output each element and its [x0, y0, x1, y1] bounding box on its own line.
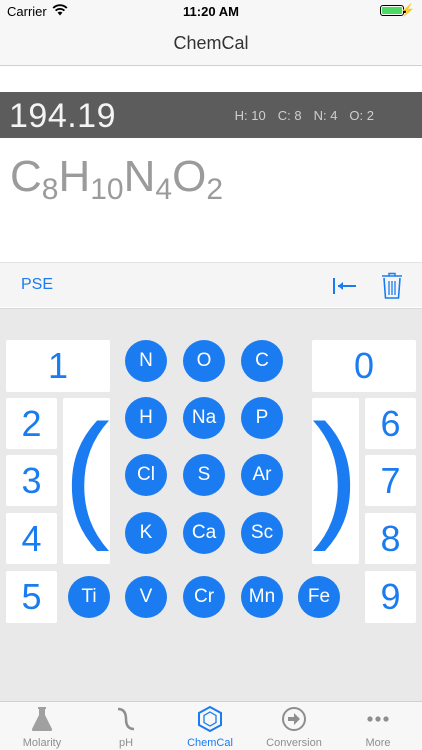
element-button-sc[interactable]: Sc: [241, 512, 283, 554]
tab-bar: Molarity pH ChemCal Conversion More: [0, 701, 422, 750]
arrow-circle-icon: [282, 707, 306, 731]
digit-key-6[interactable]: 6: [365, 398, 416, 449]
digit-key-3[interactable]: 3: [6, 455, 57, 506]
formula-element: N: [123, 152, 156, 201]
element-button-s[interactable]: S: [183, 454, 225, 496]
titration-curve-icon: [117, 707, 135, 731]
charging-bolt-icon: ⚡: [400, 3, 415, 17]
tab-label: ChemCal: [187, 737, 233, 749]
tab-more[interactable]: More: [336, 702, 420, 750]
keypad: 1 0 2 3 4 5 ( ) 6 7 8 9 N O C H Na P Cl …: [0, 308, 422, 701]
atom-count: H: 10: [234, 108, 266, 123]
element-button-o[interactable]: O: [183, 340, 225, 382]
atom-counts: H: 10 C: 8 N: 4 O: 2: [235, 108, 374, 123]
element-button-v[interactable]: V: [125, 576, 167, 618]
molar-mass-display: 194.19 H: 10 C: 8 N: 4 O: 2: [0, 92, 422, 138]
element-button-cl[interactable]: Cl: [125, 454, 167, 496]
formula-subscript: 4: [155, 173, 173, 206]
formula-subscript: 8: [41, 173, 59, 206]
tab-ph[interactable]: pH: [84, 702, 168, 750]
atom-count: C: 8: [277, 108, 302, 123]
tab-label: Molarity: [22, 737, 62, 749]
digit-key-7[interactable]: 7: [365, 455, 416, 506]
digit-key-2[interactable]: 2: [6, 398, 57, 449]
element-button-mn[interactable]: Mn: [241, 576, 283, 618]
atom-count: O: 2: [349, 108, 374, 123]
digit-key-1[interactable]: 1: [6, 340, 110, 392]
digit-key-9[interactable]: 9: [365, 571, 416, 623]
element-button-ti[interactable]: Ti: [68, 576, 110, 618]
trash-icon[interactable]: [381, 272, 403, 300]
tab-label: Conversion: [266, 737, 322, 749]
tab-molarity[interactable]: Molarity: [0, 702, 84, 750]
element-button-cr[interactable]: Cr: [183, 576, 225, 618]
digit-key-5[interactable]: 5: [6, 571, 57, 623]
formula-display: C8H10N4O2: [10, 152, 223, 212]
formula-element: H: [58, 152, 91, 201]
element-button-h[interactable]: H: [125, 397, 167, 439]
formula-element: O: [172, 152, 207, 201]
formula-subscript: 10: [90, 173, 124, 206]
atom-count: N: 4: [313, 108, 338, 123]
status-bar: Carrier 11:20 AM ⚡: [0, 0, 422, 22]
close-parenthesis-key[interactable]: ): [312, 398, 359, 564]
flask-icon: [31, 707, 53, 731]
backspace-icon[interactable]: [332, 275, 358, 297]
more-dots-icon: [367, 716, 389, 722]
element-button-ca[interactable]: Ca: [183, 512, 225, 554]
molar-mass-value: 194.19: [9, 97, 116, 135]
clock: 11:20 AM: [183, 4, 239, 19]
formula-element: C: [10, 152, 42, 201]
navigation-bar: ChemCal: [0, 22, 422, 66]
digit-key-4[interactable]: 4: [6, 513, 57, 564]
formula-toolbar: PSE: [0, 262, 422, 307]
tab-chemcal[interactable]: ChemCal: [168, 702, 252, 750]
element-button-k[interactable]: K: [125, 512, 167, 554]
formula-subscript: 2: [206, 173, 224, 206]
element-button-n[interactable]: N: [125, 340, 167, 382]
page-title: ChemCal: [173, 33, 249, 53]
element-button-p[interactable]: P: [241, 397, 283, 439]
element-button-na[interactable]: Na: [183, 397, 225, 439]
tab-label: More: [365, 737, 391, 749]
hexagon-icon: [198, 706, 222, 732]
pse-button[interactable]: PSE: [21, 276, 53, 294]
element-button-fe[interactable]: Fe: [298, 576, 340, 618]
element-button-ar[interactable]: Ar: [241, 454, 283, 496]
tab-conversion[interactable]: Conversion: [252, 702, 336, 750]
tab-label: pH: [118, 737, 134, 749]
element-button-c[interactable]: C: [241, 340, 283, 382]
digit-key-0[interactable]: 0: [312, 340, 416, 392]
digit-key-8[interactable]: 8: [365, 513, 416, 564]
open-parenthesis-key[interactable]: (: [63, 398, 110, 564]
